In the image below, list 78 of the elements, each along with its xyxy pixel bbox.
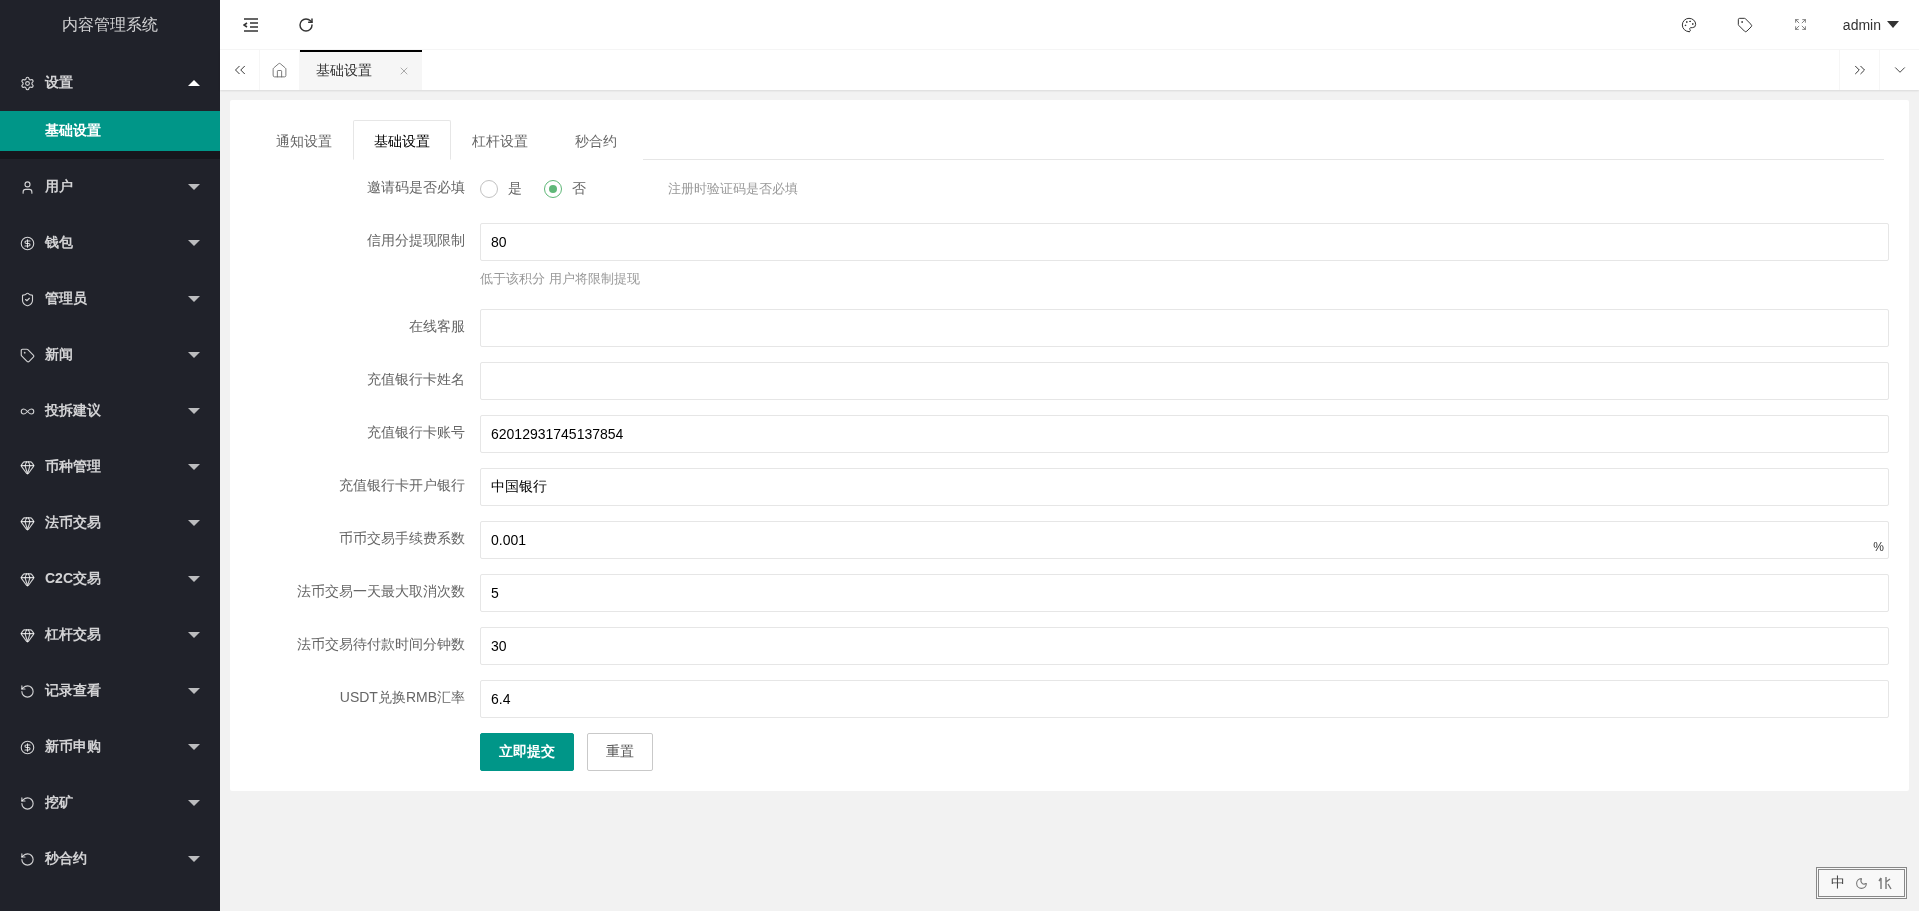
dollar-icon <box>20 235 35 251</box>
caret-icon <box>1887 21 1899 28</box>
input-field[interactable]: 6.4 <box>480 680 1889 718</box>
sidebar-subitem[interactable]: 基础设置 <box>0 111 220 151</box>
field-value: 中国银行 <box>491 478 547 496</box>
close-icon[interactable] <box>398 65 410 77</box>
radio-option[interactable]: 否 <box>544 180 586 198</box>
input-field[interactable]: 5 <box>480 574 1889 612</box>
sidebar-item[interactable]: 币种管理 <box>0 439 220 495</box>
field-label: 邀请码是否必填 <box>366 178 466 197</box>
input-field[interactable] <box>480 362 1889 400</box>
input-field[interactable]: 30 <box>480 627 1889 665</box>
shield-icon <box>20 291 35 307</box>
field-value: 80 <box>491 234 507 250</box>
field-value: 6.4 <box>491 691 511 707</box>
sidebar-item[interactable]: 杠杆交易 <box>0 607 220 663</box>
field-label: USDT兑换RMB汇率 <box>338 688 466 707</box>
ime-mode[interactable]: 中 <box>1831 874 1845 892</box>
refresh-icon[interactable] <box>298 16 314 33</box>
sidebar-item[interactable]: 管理员 <box>0 271 220 327</box>
menu-fold-icon <box>243 17 259 32</box>
app-title: 内容管理系统 <box>61 14 159 35</box>
radio-label: 否 <box>572 180 586 198</box>
field-value: 0.001 <box>491 532 527 548</box>
sidebar-item[interactable]: 钱包 <box>0 215 220 271</box>
input-field[interactable]: 0.001 % <box>480 521 1889 559</box>
input-field[interactable]: 80 <box>480 223 1889 261</box>
field-hint: 注册时验证码是否必填 <box>668 180 798 198</box>
radio-option[interactable]: 是 <box>480 180 522 198</box>
input-field[interactable] <box>480 309 1889 347</box>
cycle-icon <box>20 683 35 699</box>
sidebar-item[interactable]: 挖矿 <box>0 775 220 831</box>
field-label: 充值银行卡账号 <box>366 423 466 442</box>
palette-icon[interactable] <box>1680 16 1697 33</box>
field-value: 5 <box>491 585 499 601</box>
reset-button[interactable]: 重置 <box>587 733 653 771</box>
home-icon[interactable] <box>271 61 288 79</box>
field-label: 币币交易手续费系数 <box>338 529 466 548</box>
gem-icon <box>20 459 35 475</box>
sidebar-item[interactable]: 秒合约 <box>0 831 220 887</box>
user-menu[interactable]: admin <box>1828 16 1919 33</box>
fullscreen-icon[interactable] <box>1794 18 1808 31</box>
sidebar-item[interactable]: 投拆建议 <box>0 383 220 439</box>
sidebar-item[interactable]: 新币申购 <box>0 719 220 775</box>
sidebar-item[interactable]: 用户 <box>0 159 220 215</box>
field-label: 充值银行卡开户银行 <box>338 476 466 495</box>
field-label: 法币交易一天最大取消次数 <box>296 582 466 601</box>
gem-icon <box>20 515 35 531</box>
input-field[interactable]: 62012931745137854 <box>480 415 1889 453</box>
tag-icon[interactable] <box>1736 16 1753 33</box>
sidebar-item[interactable]: C2C交易 <box>0 551 220 607</box>
field-label: 在线客服 <box>408 317 466 336</box>
dollar-icon <box>20 739 35 755</box>
field-label: 充值银行卡姓名 <box>366 370 466 389</box>
field-label: 法币交易待付款时间分钟数 <box>296 635 466 654</box>
field-value: 62012931745137854 <box>491 426 624 442</box>
field-help: 低于该积分 用户将限制提现 <box>480 270 641 288</box>
unit-suffix: % <box>1873 540 1884 554</box>
user-icon <box>20 179 35 195</box>
sidebar-item[interactable]: 设置 <box>0 55 220 111</box>
cycle-icon <box>20 795 35 811</box>
field-value: 30 <box>491 638 507 654</box>
field-label: 信用分提现限制 <box>366 231 466 250</box>
gem-icon <box>20 627 35 643</box>
ime-toolbar[interactable]: 中 <box>1816 867 1907 899</box>
sidebar-item[interactable]: 法币交易 <box>0 495 220 551</box>
tag-icon <box>20 347 35 363</box>
page-tab[interactable]: 基础设置 <box>300 50 422 90</box>
radio-label: 是 <box>508 180 522 198</box>
moon-icon[interactable] <box>1855 876 1868 890</box>
sidebar-item[interactable]: 新闻 <box>0 327 220 383</box>
settings-icon <box>20 75 35 91</box>
cycle-icon <box>20 851 35 867</box>
form-tab[interactable]: 基础设置 <box>353 120 451 160</box>
sidebar-item[interactable]: 记录查看 <box>0 663 220 719</box>
submit-button[interactable]: 立即提交 <box>480 733 574 771</box>
input-field[interactable]: 中国银行 <box>480 468 1889 506</box>
gem-icon <box>20 571 35 587</box>
